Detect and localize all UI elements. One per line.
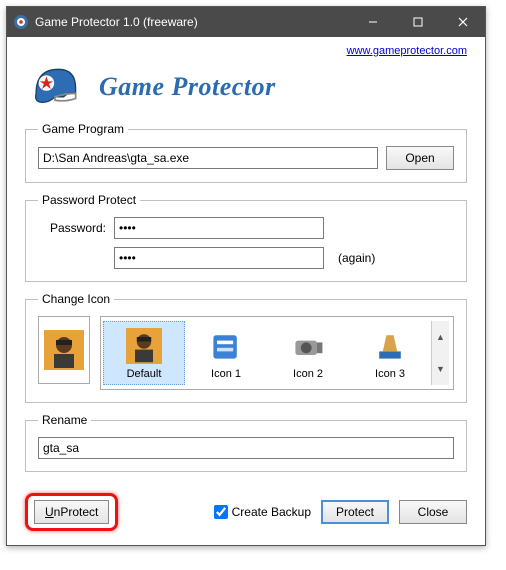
- create-backup-checkbox[interactable]: Create Backup: [214, 505, 311, 519]
- gallery-scrollbar[interactable]: ▲ ▼: [431, 321, 449, 385]
- backup-label: Create Backup: [232, 505, 311, 519]
- change-icon-legend: Change Icon: [38, 292, 114, 306]
- camera-icon: [290, 328, 326, 364]
- person-icon: [44, 330, 84, 370]
- password-group: Password Protect Password: (again): [25, 193, 467, 282]
- icon-item-1[interactable]: Icon 1: [185, 322, 267, 384]
- person-icon: [126, 328, 162, 364]
- bottom-bar: UnProtect Create Backup Protect Close: [25, 493, 467, 531]
- client-area: www.gameprotector.com Game Protector Gam…: [7, 37, 485, 545]
- maximize-button[interactable]: [395, 7, 440, 37]
- unprotect-label: nProtect: [54, 505, 99, 519]
- app-icon: [13, 14, 29, 30]
- rename-group: Rename: [25, 413, 467, 472]
- scroll-up-icon[interactable]: ▲: [432, 321, 449, 353]
- password-again-input[interactable]: [114, 247, 324, 269]
- password-input[interactable]: [114, 217, 324, 239]
- icon-item-2[interactable]: Icon 2: [267, 322, 349, 384]
- password-label: Password:: [38, 221, 106, 235]
- icon-label: Icon 1: [187, 368, 265, 380]
- titlebar[interactable]: Game Protector 1.0 (freeware): [7, 7, 485, 37]
- icon-gallery: Default Icon 1 Icon 2 Icon 3: [100, 316, 454, 390]
- brush-icon: [372, 328, 408, 364]
- window-title: Game Protector 1.0 (freeware): [35, 15, 350, 29]
- scroll-down-icon[interactable]: ▼: [432, 353, 449, 385]
- protect-button[interactable]: Protect: [321, 500, 389, 524]
- current-icon-preview: [38, 316, 90, 384]
- folder-icon: [208, 328, 244, 364]
- close-app-button[interactable]: Close: [399, 500, 467, 524]
- game-program-group: Game Program Open: [25, 122, 467, 183]
- unprotect-highlight: UnProtect: [25, 493, 118, 531]
- password-legend: Password Protect: [38, 193, 140, 207]
- banner: Game Protector: [25, 59, 467, 114]
- unprotect-button[interactable]: UnProtect: [34, 500, 109, 524]
- icon-item-default[interactable]: Default: [103, 321, 185, 385]
- website-link[interactable]: www.gameprotector.com: [347, 45, 467, 57]
- close-button[interactable]: [440, 7, 485, 37]
- rename-input[interactable]: [38, 437, 454, 459]
- change-icon-group: Change Icon Default Icon 1: [25, 292, 467, 403]
- app-window: Game Protector 1.0 (freeware) www.gamepr…: [6, 6, 486, 546]
- icon-item-3[interactable]: Icon 3: [349, 322, 431, 384]
- icon-label: Icon 3: [351, 368, 429, 380]
- icon-label: Default: [106, 368, 182, 380]
- banner-title: Game Protector: [99, 72, 276, 102]
- icon-label: Icon 2: [269, 368, 347, 380]
- helmet-icon: [25, 59, 85, 114]
- backup-check-input[interactable]: [214, 505, 228, 519]
- rename-legend: Rename: [38, 413, 91, 427]
- program-path-input[interactable]: [38, 147, 378, 169]
- again-label: (again): [338, 251, 375, 265]
- game-program-legend: Game Program: [38, 122, 128, 136]
- minimize-button[interactable]: [350, 7, 395, 37]
- open-button[interactable]: Open: [386, 146, 454, 170]
